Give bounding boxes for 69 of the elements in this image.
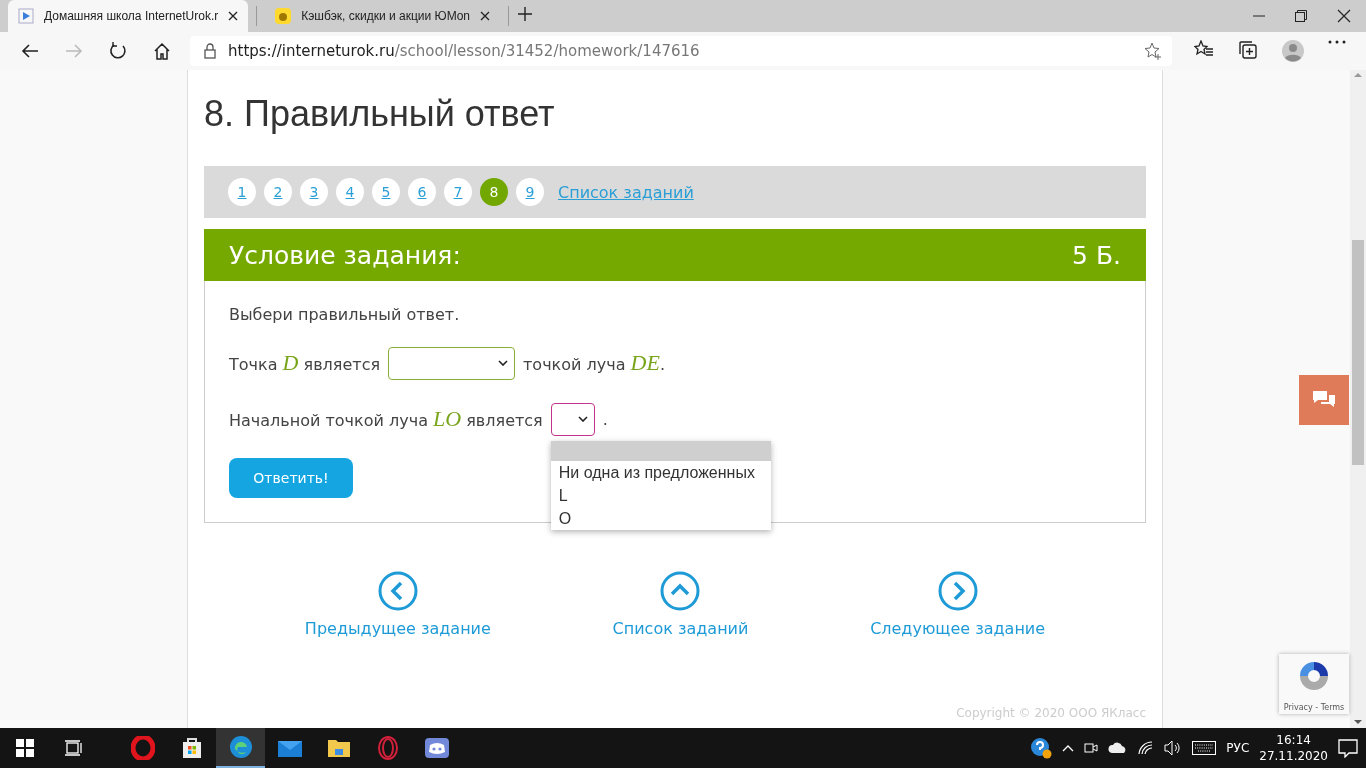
task-number-link[interactable]: 6 <box>408 178 436 206</box>
task-number-link[interactable]: 1 <box>228 178 256 206</box>
play-icon <box>18 8 34 24</box>
o-ring-icon[interactable] <box>130 736 155 760</box>
browser-tab[interactable]: Кэшбэк, скидки и акции ЮMon <box>265 0 501 32</box>
question-text: Начальной точкой луча LO является <box>229 406 543 432</box>
speaker-icon[interactable] <box>1164 740 1183 756</box>
add-favorite-icon[interactable] <box>1144 42 1162 60</box>
task-number-link[interactable]: 4 <box>336 178 364 206</box>
favorites-icon[interactable] <box>1194 40 1214 58</box>
more-icon[interactable] <box>1328 40 1346 44</box>
swirl-icon[interactable] <box>228 735 253 759</box>
task-number-link[interactable]: 7 <box>444 178 472 206</box>
answer-select[interactable] <box>550 402 595 436</box>
clock[interactable]: 16:14 27.11.2020 <box>1259 732 1328 764</box>
lock-icon <box>204 43 216 59</box>
dropdown-option[interactable]: L <box>550 483 771 507</box>
reload-icon[interactable] <box>109 42 127 60</box>
task-nav-link[interactable]: Предыдущее задание <box>304 571 491 638</box>
question-text: . <box>602 409 608 429</box>
task-number-link[interactable]: 8 <box>480 178 508 206</box>
task-points: 5 Б. <box>1072 240 1121 270</box>
help-icon[interactable] <box>1030 737 1053 759</box>
notifications-icon[interactable] <box>1338 738 1358 758</box>
recaptcha-links[interactable]: Privacy - Terms <box>1283 703 1345 712</box>
url-text: https://interneturok.ru/school/lesson/31452/homework/147616 <box>228 42 701 60</box>
chevron-down-icon <box>498 360 509 366</box>
wifi-icon[interactable] <box>1138 741 1155 755</box>
task-number-link[interactable]: 3 <box>300 178 328 206</box>
submit-button[interactable]: Ответить! <box>229 458 353 498</box>
task-list-link[interactable]: Список заданий <box>558 182 694 202</box>
taskbar-app[interactable] <box>216 728 265 768</box>
back-icon[interactable] <box>21 43 39 59</box>
page-heading: 8. Правильный ответ <box>204 92 556 136</box>
up-chevron-icon <box>660 571 701 611</box>
close-icon[interactable] <box>228 11 239 21</box>
question-text: точкой луча DE. <box>523 350 665 376</box>
dropdown-option[interactable]: O <box>550 506 771 530</box>
task-title: Условие задания: <box>229 240 461 270</box>
task-number-link[interactable]: 9 <box>516 178 544 206</box>
profile-avatar-icon[interactable] <box>1282 40 1304 62</box>
right-chevron-icon <box>937 571 978 611</box>
task-nav-link[interactable]: Список заданий <box>612 571 749 638</box>
close-icon[interactable] <box>480 11 491 21</box>
new-tab-icon[interactable] <box>517 6 534 22</box>
left-chevron-icon <box>377 571 418 611</box>
language-indicator[interactable]: РУС <box>1226 740 1250 756</box>
browser-tab[interactable]: Домашняя школа InternetUrok.r <box>8 0 249 32</box>
restore-icon[interactable] <box>1295 10 1307 22</box>
windows-start-icon[interactable] <box>15 739 34 757</box>
task-number-link[interactable]: 2 <box>264 178 292 206</box>
keyboard-icon[interactable] <box>1192 741 1217 755</box>
coin-icon <box>275 8 292 24</box>
chat-button[interactable] <box>1299 375 1349 425</box>
o-ring-icon[interactable] <box>375 736 400 760</box>
task-view-icon[interactable] <box>64 739 83 757</box>
question-text: Точка D является <box>229 350 381 376</box>
chevron-down-icon <box>577 416 588 422</box>
home-icon[interactable] <box>153 42 171 60</box>
task-number-link[interactable]: 5 <box>372 178 400 206</box>
task-nav-link[interactable]: Следующее задание <box>870 571 1046 638</box>
chevron-up-icon[interactable] <box>1062 744 1075 752</box>
camera-icon[interactable] <box>1084 740 1099 756</box>
game-controller-icon[interactable] <box>423 736 450 760</box>
address-bar[interactable]: https://interneturok.ru/school/lesson/31452/homework/147616 <box>190 36 1172 66</box>
dropdown-option[interactable]: Ни одна из предложенных <box>550 460 771 484</box>
collections-icon[interactable] <box>1238 40 1258 60</box>
close-icon[interactable] <box>1337 9 1351 23</box>
instruction-text: Выбери правильный ответ. <box>229 305 460 324</box>
